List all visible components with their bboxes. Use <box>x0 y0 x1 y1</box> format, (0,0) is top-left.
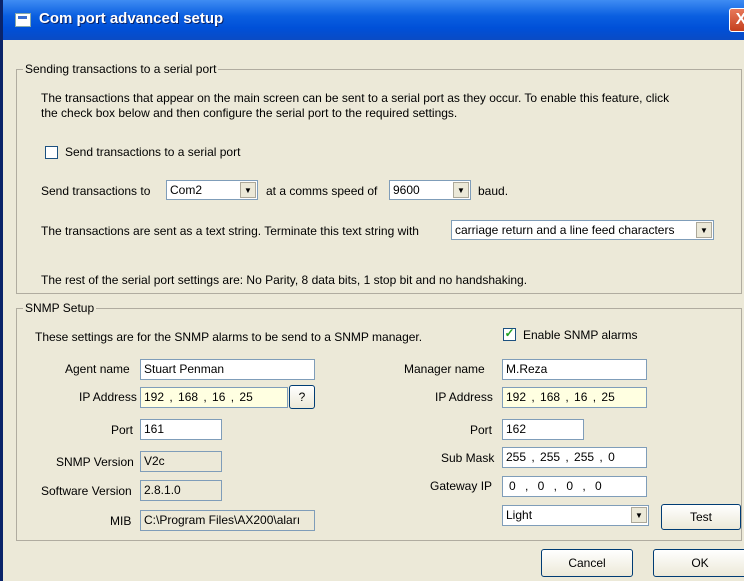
agent-ip-label: IP Address <box>79 390 137 404</box>
dropdown-arrow-icon[interactable]: ▼ <box>696 222 712 238</box>
mib-path-field: C:\Program Files\AX200\aları <box>140 510 315 531</box>
terminator-dropdown-value: carriage return and a line feed characte… <box>455 223 675 237</box>
manager-name-input[interactable]: M.Reza <box>502 359 647 380</box>
manager-name-label: Manager name <box>404 362 485 376</box>
snmp-version-field: V2c <box>140 451 222 472</box>
terminator-dropdown[interactable]: carriage return and a line feed characte… <box>451 220 714 240</box>
manager-ip-label: IP Address <box>435 390 493 404</box>
window-title: Com port advanced setup <box>39 10 224 27</box>
serial-group-legend: Sending transactions to a serial port <box>25 62 217 76</box>
software-version-label: Software Version <box>41 484 132 498</box>
enable-snmp-checkbox[interactable]: ✓ <box>503 326 516 341</box>
ok-button[interactable]: OK <box>653 549 744 577</box>
mib-label: MIB <box>110 514 132 528</box>
alarm-level-value: Light <box>506 508 533 522</box>
dialog-window: Com port advanced setup X Sending transa… <box>0 0 744 581</box>
dropdown-arrow-icon[interactable]: ▼ <box>631 507 647 523</box>
dropdown-arrow-icon[interactable]: ▼ <box>453 182 469 198</box>
agent-ip-input[interactable]: 192 , 168 , 16 , 25 <box>140 387 288 408</box>
sub-mask-input[interactable]: 255 , 255 , 255 , 0 <box>502 447 647 468</box>
speed-dropdown-value: 9600 <box>393 183 420 197</box>
snmp-version-label: SNMP Version <box>56 455 134 469</box>
baud-label: baud. <box>478 184 509 198</box>
title-bar[interactable]: Com port advanced setup X <box>3 0 744 40</box>
agent-name-input[interactable]: Stuart Penman <box>140 359 315 380</box>
serial-description-line1: The transactions that appear on the main… <box>41 91 670 105</box>
speed-label: at a comms speed of <box>266 184 378 198</box>
terminate-label: The transactions are sent as a text stri… <box>41 224 419 238</box>
port-dropdown[interactable]: Com2 ▼ <box>166 180 258 200</box>
manager-port-input[interactable]: 162 <box>502 419 584 440</box>
checkmark-icon: ✓ <box>504 326 515 340</box>
agent-port-label: Port <box>111 423 134 437</box>
manager-port-label: Port <box>470 423 493 437</box>
port-dropdown-value: Com2 <box>170 183 203 197</box>
send-transactions-checkbox-label[interactable]: Send transactions to a serial port <box>65 145 240 159</box>
alarm-level-dropdown[interactable]: Light ▼ <box>502 505 649 526</box>
agent-port-input[interactable]: 161 <box>140 419 222 440</box>
window-app-icon <box>15 13 31 27</box>
manager-ip-input[interactable]: 192 , 168 , 16 , 25 <box>502 387 647 408</box>
sub-mask-label: Sub Mask <box>441 451 495 465</box>
test-button[interactable]: Test <box>661 504 741 530</box>
cancel-button[interactable]: Cancel <box>541 549 633 577</box>
serial-description-line2: the check box below and then configure t… <box>41 106 458 120</box>
enable-snmp-label[interactable]: Enable SNMP alarms <box>523 328 638 342</box>
snmp-group-legend: SNMP Setup <box>25 301 95 315</box>
agent-name-label: Agent name <box>65 362 130 376</box>
speed-dropdown[interactable]: 9600 ▼ <box>389 180 471 200</box>
gateway-ip-label: Gateway IP <box>430 479 493 493</box>
close-button[interactable]: X <box>729 8 744 32</box>
ip-help-button[interactable]: ? <box>289 385 315 409</box>
gateway-ip-input[interactable]: 0 , 0 , 0 , 0 <box>502 476 647 497</box>
send-transactions-checkbox[interactable] <box>45 146 58 159</box>
snmp-description: These settings are for the SNMP alarms t… <box>35 330 423 344</box>
software-version-field: 2.8.1.0 <box>140 480 222 501</box>
send-to-label: Send transactions to <box>41 184 151 198</box>
serial-settings-info: The rest of the serial port settings are… <box>41 273 528 287</box>
dropdown-arrow-icon[interactable]: ▼ <box>240 182 256 198</box>
